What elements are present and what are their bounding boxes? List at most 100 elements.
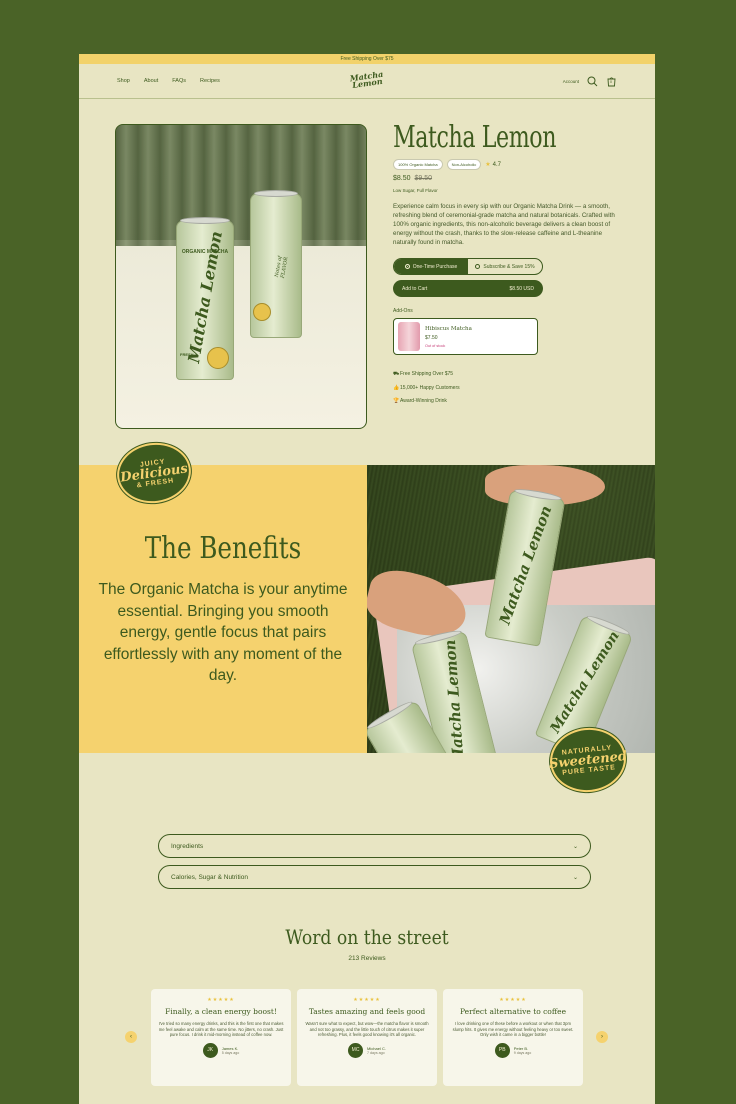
product-title: Matcha Lemon bbox=[393, 120, 557, 155]
reviews-prev-button[interactable]: ‹ bbox=[125, 1031, 137, 1043]
can-lid bbox=[254, 190, 298, 197]
can-back-label: Notes of FLAVOR bbox=[273, 255, 290, 279]
perk-customers: 👍15,000+ Happy Customers bbox=[393, 382, 619, 396]
subscribe-option[interactable]: Subscribe & Save 15% bbox=[468, 259, 542, 274]
review-stars: ★★★★★ bbox=[207, 997, 235, 1003]
can-brand: Matcha Lemon bbox=[440, 639, 468, 753]
avatar: MC bbox=[348, 1042, 364, 1058]
product-image[interactable]: ORGANIC MATCHA Matcha Lemon FRESH Notes … bbox=[115, 124, 367, 429]
nav-faqs[interactable]: FAQs bbox=[172, 78, 186, 84]
header-nav: Shop About FAQs Recipes Matcha Lemon Acc… bbox=[79, 64, 655, 99]
product-old-price: $9.50 bbox=[414, 175, 433, 182]
can-lid bbox=[180, 217, 230, 224]
truck-icon: ⛟ bbox=[393, 371, 400, 377]
can-side-label: FRESH bbox=[180, 352, 194, 357]
logo[interactable]: Matcha Lemon bbox=[349, 69, 384, 91]
review-author: JK James K. 5 days ago bbox=[157, 1042, 285, 1058]
nav-about[interactable]: About bbox=[144, 78, 158, 84]
lemon-slice-icon bbox=[253, 303, 271, 321]
nav-right: Account 0 bbox=[563, 76, 617, 87]
can-back: Notes of FLAVOR bbox=[250, 190, 302, 338]
review-title: Finally, a clean energy boost! bbox=[165, 1007, 277, 1016]
cart-icon[interactable]: 0 bbox=[606, 76, 617, 87]
radio-empty-icon bbox=[475, 264, 481, 269]
perk-award: 🏆Award-Winning Drink bbox=[393, 395, 619, 409]
one-time-purchase-option[interactable]: One-Time Purchase bbox=[394, 259, 468, 274]
review-body: I've tried so many energy drinks, and th… bbox=[158, 1021, 284, 1037]
nav-shop[interactable]: Shop bbox=[117, 78, 130, 84]
reviews-next-button[interactable]: › bbox=[596, 1031, 608, 1043]
purchase-options: One-Time Purchase Subscribe & Save 15% bbox=[393, 258, 543, 275]
accordion-ingredients[interactable]: Ingredients ⌄ bbox=[158, 834, 591, 858]
accordion-ingredients-label: Ingredients bbox=[171, 842, 204, 850]
radio-selected-icon bbox=[404, 264, 410, 269]
review-author-name: Michael C. bbox=[367, 1045, 386, 1051]
review-author-info: Peter B. 9 days ago bbox=[514, 1046, 532, 1055]
perk-customers-label: 15,000+ Happy Customers bbox=[400, 384, 460, 391]
product-info: Matcha Lemon 100% Organic Matcha Non-Alc… bbox=[393, 120, 619, 409]
product-price: $8.50 bbox=[393, 175, 411, 182]
review-body: Wasn't sure what to expect, but wow—the … bbox=[305, 1021, 429, 1037]
accordion-nutrition-label: Calories, Sugar & Nutrition bbox=[171, 873, 248, 881]
nav-links: Shop About FAQs Recipes bbox=[117, 78, 220, 84]
review-card: ★★★★★ Tastes amazing and feels good Wasn… bbox=[297, 989, 437, 1086]
addon-name: Hibiscus Matcha bbox=[425, 325, 472, 332]
account-link[interactable]: Account bbox=[563, 79, 579, 84]
can-front: ORGANIC MATCHA Matcha Lemon FRESH bbox=[176, 217, 234, 380]
chevron-right-icon: › bbox=[601, 1034, 603, 1040]
product-badges: 100% Organic Matcha Non-Alcoholic ★ 4.7 bbox=[393, 159, 619, 170]
perks-list: ⛟Free Shipping Over $75 👍15,000+ Happy C… bbox=[393, 368, 619, 409]
add-to-cart-price: $8.50 USD bbox=[509, 285, 534, 292]
review-stars: ★★★★★ bbox=[499, 997, 527, 1003]
perk-award-label: Award-Winning Drink bbox=[400, 398, 447, 404]
review-body: I love drinking one of these before a wo… bbox=[452, 1021, 574, 1037]
nav-recipes[interactable]: Recipes bbox=[200, 78, 220, 84]
thumbs-up-icon: 👍 bbox=[393, 384, 400, 391]
curtain-backdrop bbox=[116, 125, 366, 247]
cart-count: 0 bbox=[610, 79, 612, 84]
review-card: ★★★★★ Finally, a clean energy boost! I'v… bbox=[151, 989, 291, 1086]
trophy-icon: 🏆 bbox=[393, 398, 400, 404]
product-subtitle: Low Sugar, Full Flavor bbox=[393, 188, 438, 193]
review-author-info: Michael C. 7 days ago bbox=[367, 1046, 386, 1055]
chevron-down-icon: ⌄ bbox=[572, 843, 578, 850]
logo-line-2: Lemon bbox=[351, 75, 384, 91]
reviews-title: Word on the street bbox=[285, 925, 449, 949]
avatar: JK bbox=[202, 1042, 218, 1058]
review-date: 7 days ago bbox=[367, 1050, 385, 1055]
addon-price: $7.50 bbox=[425, 334, 438, 341]
perk-shipping-label: Free Shipping Over $75 bbox=[400, 371, 454, 377]
avatar: PB bbox=[494, 1042, 510, 1058]
accordion-nutrition[interactable]: Calories, Sugar & Nutrition ⌄ bbox=[158, 865, 591, 889]
badge-organic: 100% Organic Matcha bbox=[393, 159, 443, 170]
benefits-section: The Benefits The Organic Matcha is your … bbox=[79, 465, 655, 753]
review-author-name: James K. bbox=[221, 1045, 239, 1051]
perk-shipping: ⛟Free Shipping Over $75 bbox=[393, 368, 619, 382]
review-card: ★★★★★ Perfect alternative to coffee I lo… bbox=[443, 989, 583, 1086]
promo-bar: Free Shipping Over $75 bbox=[79, 54, 655, 64]
review-title: Tastes amazing and feels good bbox=[308, 1007, 426, 1016]
benefits-text: The Organic Matcha is your anytime essen… bbox=[98, 581, 348, 684]
benefits-title: The Benefits bbox=[144, 531, 302, 566]
badge-non-alcoholic: Non-Alcoholic bbox=[446, 159, 482, 170]
review-title: Perfect alternative to coffee bbox=[459, 1007, 567, 1016]
add-to-cart-label: Add to Cart bbox=[402, 285, 428, 292]
search-icon[interactable] bbox=[587, 76, 598, 87]
one-time-label: One-Time Purchase bbox=[412, 263, 458, 270]
chevron-left-icon: ‹ bbox=[130, 1034, 132, 1040]
product-price-row: $8.50 $9.50 bbox=[393, 175, 619, 182]
benefits-panel: The Benefits The Organic Matcha is your … bbox=[79, 465, 367, 753]
review-author: MC Michael C. 7 days ago bbox=[303, 1042, 431, 1058]
rating-value: 4.7 bbox=[492, 161, 501, 168]
addon-info: Hibiscus Matcha $7.50 Out of stock bbox=[425, 326, 472, 348]
product-description: Experience calm focus in every sip with … bbox=[393, 203, 615, 246]
product-rating[interactable]: ★ 4.7 bbox=[485, 161, 501, 169]
star-icon: ★ bbox=[485, 162, 491, 168]
reviews-count[interactable]: 213 Reviews bbox=[79, 955, 655, 962]
page: Free Shipping Over $75 Shop About FAQs R… bbox=[79, 54, 655, 1104]
addon-image bbox=[398, 322, 420, 351]
add-to-cart-button[interactable]: Add to Cart $8.50 USD bbox=[393, 280, 543, 297]
chevron-down-icon: ⌄ bbox=[572, 874, 578, 881]
addon-card[interactable]: Hibiscus Matcha $7.50 Out of stock bbox=[393, 318, 538, 355]
review-author-info: James K. 5 days ago bbox=[222, 1046, 240, 1055]
